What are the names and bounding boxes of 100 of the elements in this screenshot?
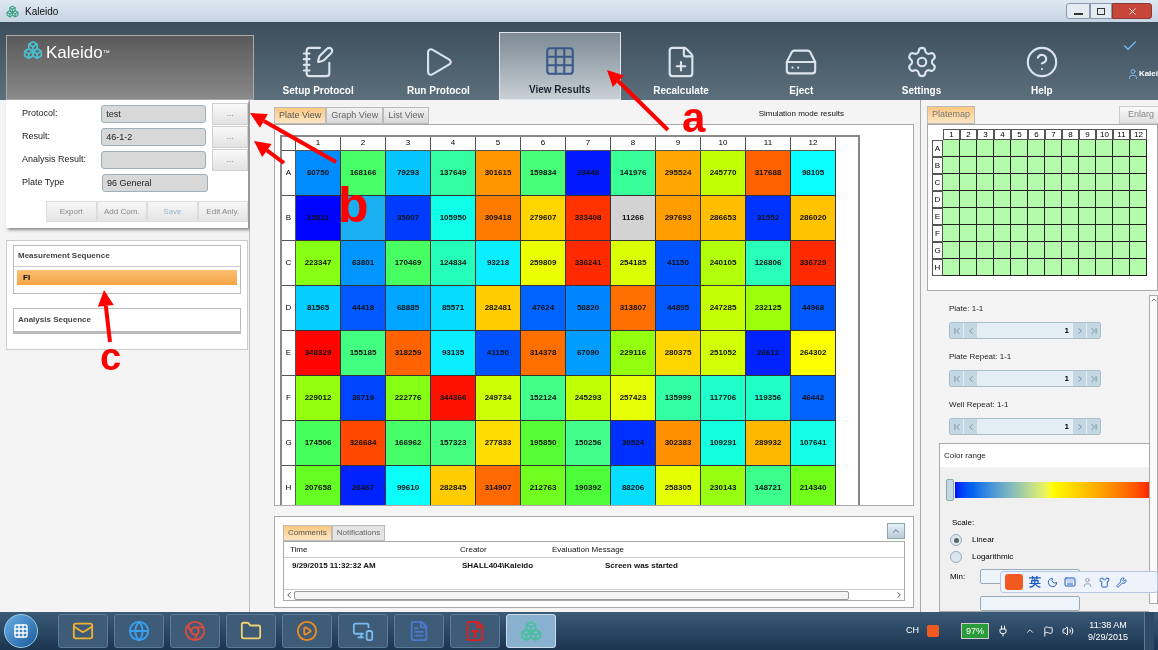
well-cell[interactable] bbox=[994, 242, 1011, 259]
well-cell[interactable] bbox=[977, 191, 994, 208]
well-cell[interactable] bbox=[1045, 208, 1062, 225]
shirt-icon[interactable] bbox=[1099, 576, 1110, 588]
well-cell[interactable] bbox=[977, 208, 994, 225]
well-cell[interactable] bbox=[994, 140, 1011, 157]
well-cell[interactable] bbox=[1113, 208, 1130, 225]
taskbar-app[interactable] bbox=[282, 614, 332, 648]
well-cell[interactable] bbox=[994, 208, 1011, 225]
wrench-icon[interactable] bbox=[1116, 576, 1127, 588]
well-cell[interactable] bbox=[1011, 208, 1028, 225]
color-gradient-bar[interactable] bbox=[955, 482, 1149, 498]
well-cell[interactable] bbox=[1045, 242, 1062, 259]
text-field[interactable] bbox=[101, 150, 207, 169]
well-cell[interactable] bbox=[1079, 259, 1096, 276]
minimize-button[interactable] bbox=[1066, 3, 1090, 19]
toolbar-button[interactable]: View Results bbox=[498, 32, 621, 100]
clock-time[interactable]: 11:38 AM bbox=[1089, 619, 1127, 631]
browse-button[interactable]: ... bbox=[212, 102, 248, 125]
clock-date[interactable]: 9/29/2015 bbox=[1087, 631, 1128, 643]
well-cell[interactable] bbox=[1062, 174, 1079, 191]
well-cell[interactable] bbox=[943, 191, 960, 208]
view-tab[interactable]: List View bbox=[383, 107, 430, 124]
well-cell[interactable] bbox=[1113, 140, 1130, 157]
action-button[interactable]: Edit Anly. bbox=[197, 201, 248, 222]
well-cell[interactable] bbox=[960, 157, 977, 174]
well-cell[interactable] bbox=[1096, 157, 1113, 174]
well-cell[interactable] bbox=[1079, 225, 1096, 242]
toolbar-button[interactable]: Help bbox=[981, 32, 1102, 100]
plug-icon[interactable] bbox=[996, 625, 1009, 637]
well-cell[interactable] bbox=[1062, 225, 1079, 242]
well-cell[interactable] bbox=[1079, 208, 1096, 225]
well-cell[interactable] bbox=[943, 242, 960, 259]
well-cell[interactable] bbox=[1113, 191, 1130, 208]
well-cell[interactable] bbox=[1096, 259, 1113, 276]
text-field[interactable]: 46-1-2 bbox=[101, 127, 207, 146]
well-cell[interactable] bbox=[1096, 174, 1113, 191]
action-button[interactable]: Add Com. bbox=[96, 201, 147, 222]
ime-logo-icon[interactable] bbox=[926, 625, 939, 637]
well-cell[interactable] bbox=[994, 259, 1011, 276]
chevron-up-icon[interactable] bbox=[1024, 626, 1035, 636]
well-cell[interactable] bbox=[943, 174, 960, 191]
range-slider-thumb[interactable] bbox=[946, 479, 954, 501]
close-button[interactable] bbox=[1112, 3, 1152, 19]
platemap-tab[interactable]: Platemap bbox=[927, 106, 976, 124]
well-cell[interactable] bbox=[1130, 208, 1147, 225]
max-field[interactable] bbox=[980, 596, 1080, 611]
well-cell[interactable] bbox=[1045, 157, 1062, 174]
well-cell[interactable] bbox=[1096, 225, 1113, 242]
toolbar-button[interactable]: Setup Protocol bbox=[258, 32, 379, 100]
well-cell[interactable] bbox=[943, 140, 960, 157]
well-cell[interactable] bbox=[1062, 242, 1079, 259]
toolbar-button[interactable]: Run Protocol bbox=[378, 32, 499, 100]
well-cell[interactable] bbox=[977, 225, 994, 242]
well-cell[interactable] bbox=[1045, 225, 1062, 242]
well-cell[interactable] bbox=[1062, 140, 1079, 157]
well-cell[interactable] bbox=[1011, 225, 1028, 242]
sequence-item[interactable]: FI bbox=[17, 270, 237, 285]
well-cell[interactable] bbox=[1130, 259, 1147, 276]
well-cell[interactable] bbox=[1028, 157, 1045, 174]
well-cell[interactable] bbox=[1011, 259, 1028, 276]
well-cell[interactable] bbox=[1062, 191, 1079, 208]
view-tab[interactable]: Graph View bbox=[326, 107, 384, 124]
well-cell[interactable] bbox=[1028, 140, 1045, 157]
well-cell[interactable] bbox=[1045, 174, 1062, 191]
start-button[interactable] bbox=[4, 614, 38, 648]
well-cell[interactable] bbox=[1045, 191, 1062, 208]
well-cell[interactable] bbox=[960, 140, 977, 157]
text-field[interactable]: 96 General bbox=[102, 173, 208, 192]
view-tab[interactable]: Plate View bbox=[274, 107, 327, 124]
toolbar-button[interactable]: Settings bbox=[861, 32, 982, 100]
well-cell[interactable] bbox=[1079, 157, 1096, 174]
vertical-scrollbar[interactable] bbox=[1149, 295, 1158, 604]
well-cell[interactable] bbox=[1011, 140, 1028, 157]
well-cell[interactable] bbox=[1028, 225, 1045, 242]
well-cell[interactable] bbox=[1113, 157, 1130, 174]
taskbar-app[interactable] bbox=[338, 614, 388, 648]
well-cell[interactable] bbox=[943, 259, 960, 276]
well-cell[interactable] bbox=[1079, 242, 1096, 259]
well-cell[interactable] bbox=[960, 174, 977, 191]
well-cell[interactable] bbox=[1028, 191, 1045, 208]
scroll-right-icon[interactable] bbox=[894, 590, 904, 600]
browse-button[interactable]: ... bbox=[212, 125, 248, 148]
well-cell[interactable] bbox=[960, 242, 977, 259]
well-cell[interactable] bbox=[960, 208, 977, 225]
toolbar-button[interactable]: Recalculate bbox=[620, 32, 742, 100]
well-cell[interactable] bbox=[943, 208, 960, 225]
well-cell[interactable] bbox=[1011, 157, 1028, 174]
well-cell[interactable] bbox=[977, 174, 994, 191]
well-cell[interactable] bbox=[1113, 174, 1130, 191]
well-cell[interactable] bbox=[1011, 242, 1028, 259]
well-cell[interactable] bbox=[1130, 174, 1147, 191]
well-cell[interactable] bbox=[960, 191, 977, 208]
well-cell[interactable] bbox=[1028, 174, 1045, 191]
well-cell[interactable] bbox=[1079, 174, 1096, 191]
keyboard-icon[interactable] bbox=[1064, 576, 1076, 588]
comments-tab[interactable]: Comments bbox=[283, 525, 332, 541]
well-cell[interactable] bbox=[1079, 191, 1096, 208]
browse-button[interactable]: ... bbox=[212, 148, 248, 171]
speaker-icon[interactable] bbox=[1061, 625, 1074, 637]
